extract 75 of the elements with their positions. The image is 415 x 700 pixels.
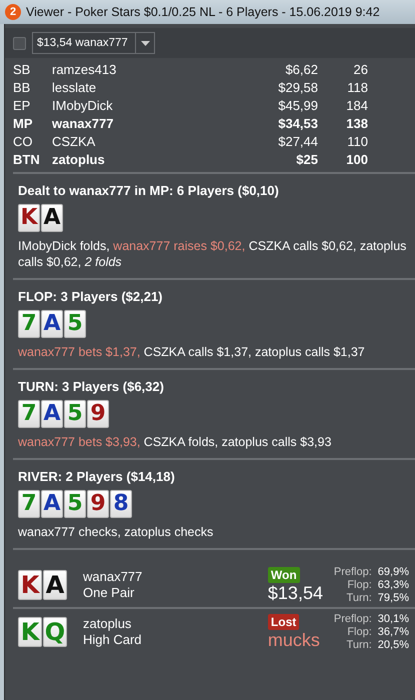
equity-label: Preflop:: [334, 612, 372, 626]
playing-card: 9: [87, 490, 109, 518]
player-name-cell-text: CSZKA: [52, 132, 96, 150]
result-badge: Lost: [268, 614, 300, 630]
player-name-cell-text: IMobyDick: [52, 96, 114, 114]
checkbox[interactable]: [13, 36, 26, 50]
playing-card: 5: [64, 490, 86, 518]
caret-icon: [140, 40, 150, 46]
player-name-cell-text: lesslate: [52, 78, 98, 96]
equity-value: 69,9%: [378, 566, 409, 578]
playing-card: 5: [64, 310, 86, 338]
playing-card: 7: [18, 310, 40, 338]
equity-label: Flop:: [346, 578, 372, 592]
equity-label: Preflop:: [334, 566, 372, 578]
result-amount: $13,54: [268, 582, 323, 604]
stack-cell-text: $25: [295, 150, 318, 168]
playing-card: Q: [43, 617, 67, 647]
big-blinds-cell: 100: [318, 150, 368, 168]
player-name: wanax777: [83, 569, 144, 585]
position-cell-text: BTN: [13, 150, 41, 168]
playing-card: K: [18, 204, 40, 232]
stack-cell-text: $45,99: [277, 96, 318, 114]
playing-card: K: [18, 617, 42, 647]
equity-label: Turn:: [346, 592, 372, 604]
position-cell-text: EP: [13, 96, 32, 114]
playing-card: 8: [110, 490, 132, 518]
playing-card: A: [41, 400, 63, 428]
street-header: RIVER: 2 Players ($14,18): [18, 469, 176, 484]
player-name-cell-text: wanax777: [52, 114, 114, 132]
action-summary: IMobyDick folds, wanax777 raises $0,62, CSZKA calls $0,62, zatoplus calls $0,62, 2 folds: [18, 238, 407, 270]
position-cell: MP: [13, 114, 52, 132]
action-summary: wanax777 checks, zatoplus checks: [18, 524, 214, 540]
playing-card: A: [41, 490, 63, 518]
equity-value: 36,7%: [378, 626, 409, 638]
equity-value: 63,3%: [378, 578, 409, 592]
equity-value: 79,5%: [378, 592, 409, 604]
street-header: FLOP: 3 Players ($2,21): [18, 289, 164, 304]
result-amount: mucks: [268, 630, 320, 650]
equity-label: Flop:: [346, 626, 372, 638]
playing-card: K: [18, 570, 42, 600]
hand-rank: High Card: [83, 632, 143, 648]
equity-value: 30,1%: [378, 612, 409, 626]
big-blinds-cell-text: 118: [346, 78, 368, 96]
equity-value: 20,5%: [378, 638, 409, 652]
result-badge: Won: [268, 566, 300, 582]
playing-card: A: [41, 204, 63, 232]
playing-card: 9: [87, 400, 109, 428]
street-header: Dealt to wanax777 in MP: 6 Players ($0,10): [18, 183, 280, 198]
big-blinds-cell-text: 184: [345, 96, 368, 114]
window-title: Viewer - Poker Stars $0.1/0.25 NL - 6 Players - 15.06.2019 9:42: [26, 5, 380, 19]
big-blinds-cell-text: 26: [352, 60, 368, 78]
playing-card: 7: [18, 490, 40, 518]
hand-dropdown[interactable]: $13,54 wanax777: [32, 32, 155, 54]
player-name-cell-text: zatoplus: [52, 150, 106, 168]
street-header: TURN: 3 Players ($6,32): [18, 379, 165, 394]
position-cell-text: BB: [13, 78, 32, 96]
playing-card: A: [41, 310, 63, 338]
hand-rank: One Pair: [83, 585, 136, 601]
stack-cell-text: $6,62: [284, 60, 318, 78]
stack-cell-text: $29,58: [277, 78, 318, 96]
equity-label: Turn:: [346, 638, 372, 652]
big-blinds-cell-text: 138: [345, 114, 368, 132]
action-summary: wanax777 bets $3,93, CSZKA folds, zatoplus calls $3,93: [18, 434, 332, 450]
position-cell-text: CO: [13, 132, 34, 150]
action-summary: wanax777 bets $1,37, CSZKA calls $1,37, zatoplus calls $1,37: [18, 344, 366, 360]
stack-cell-text: $27,44: [277, 132, 318, 150]
big-blinds-cell: 110: [318, 132, 368, 150]
playing-card: 7: [18, 400, 40, 428]
position-cell-text: SB: [13, 60, 32, 78]
playing-card: A: [43, 570, 67, 600]
playing-card: 5: [64, 400, 86, 428]
stack-cell-text: $34,53: [277, 114, 318, 132]
player-name-cell-text: ramzes413: [52, 60, 118, 78]
app-badge-icon: 2: [5, 4, 21, 20]
player-name: zatoplus: [83, 616, 132, 632]
